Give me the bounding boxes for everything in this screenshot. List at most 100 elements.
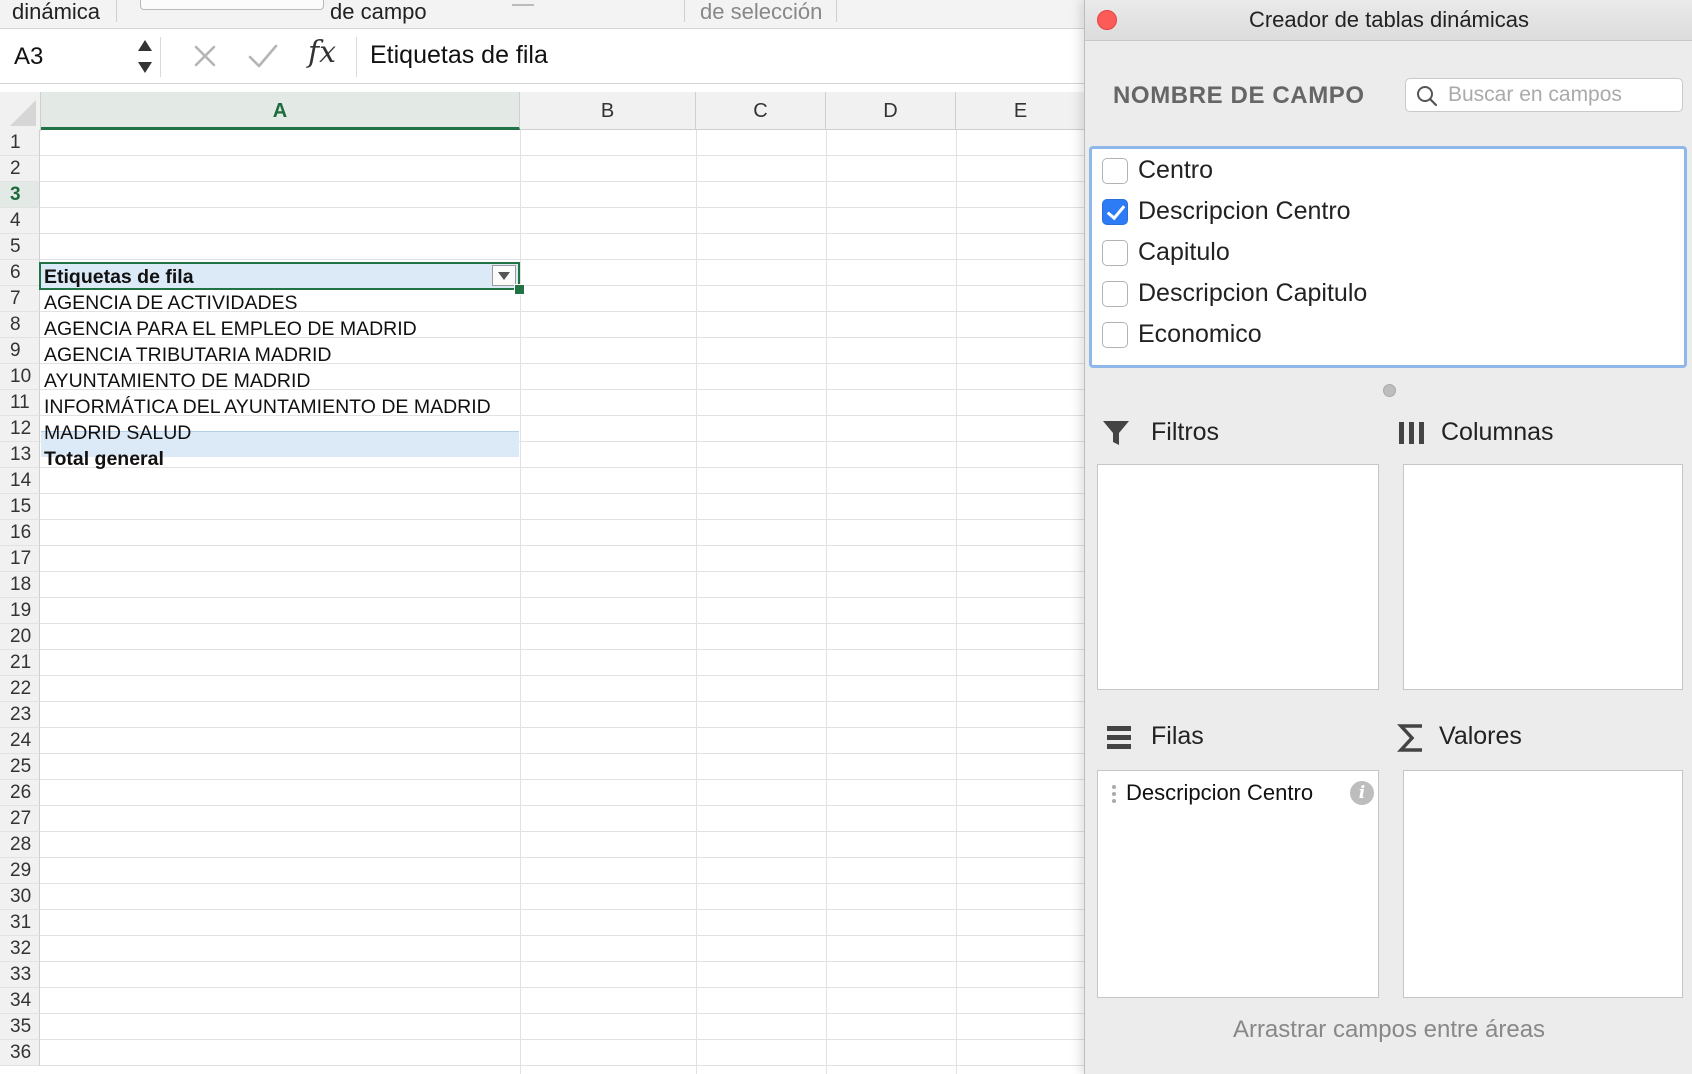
column-header-b[interactable]: B (520, 92, 696, 130)
cell-a4[interactable]: AGENCIA DE ACTIVIDADES (44, 290, 298, 316)
row-header-14[interactable]: 14 (0, 468, 40, 494)
row-header-20[interactable]: 20 (0, 624, 40, 650)
ribbon-field-box[interactable] (140, 0, 324, 10)
row-header-16[interactable]: 16 (0, 520, 40, 546)
row-header-28[interactable]: 28 (0, 832, 40, 858)
search-input[interactable] (1448, 79, 1676, 111)
row-header-5[interactable]: 5 (0, 234, 40, 260)
row-header-33[interactable]: 33 (0, 962, 40, 988)
chevron-up-icon[interactable] (138, 40, 152, 51)
field-checkbox-centro[interactable] (1102, 158, 1128, 184)
row-header-24[interactable]: 24 (0, 728, 40, 754)
row-header-12[interactable]: 12 (0, 416, 40, 442)
row-header-21[interactable]: 21 (0, 650, 40, 676)
row-header-35[interactable]: 35 (0, 1014, 40, 1040)
formula-bar-separator (356, 37, 357, 77)
field-item-economico[interactable]: Economico (1098, 315, 1678, 355)
row-header-1[interactable]: 1 (0, 130, 40, 156)
values-drop-zone[interactable] (1403, 770, 1683, 998)
row-header-25[interactable]: 25 (0, 754, 40, 780)
row-gridline (40, 883, 1084, 884)
row-gridline (40, 857, 1084, 858)
column-header-d[interactable]: D (826, 92, 956, 130)
field-checkbox-descripcion-capitulo[interactable] (1102, 281, 1128, 307)
field-item-capitulo[interactable]: Capitulo (1098, 233, 1678, 273)
row-gridline (40, 597, 1084, 598)
columns-icon (1399, 422, 1424, 444)
row-header-30[interactable]: 30 (0, 884, 40, 910)
row-gridline (40, 753, 1084, 754)
chevron-down-icon[interactable] (138, 62, 152, 73)
cell-a6[interactable]: AGENCIA TRIBUTARIA MADRID (44, 342, 332, 368)
fill-handle[interactable] (514, 284, 525, 295)
row-header-27[interactable]: 27 (0, 806, 40, 832)
field-item-centro[interactable]: Centro (1098, 151, 1678, 191)
name-box-stepper[interactable] (138, 38, 154, 76)
row-header-13[interactable]: 13 (0, 442, 40, 468)
active-cell-selection (39, 262, 520, 290)
info-icon[interactable]: i (1350, 781, 1374, 805)
ribbon-pivot-table-label[interactable]: dinámica (12, 0, 100, 24)
row-gridline (40, 935, 1084, 936)
formula-input[interactable]: Etiquetas de fila (370, 41, 548, 70)
cell-a7[interactable]: AYUNTAMIENTO DE MADRID (44, 368, 311, 394)
column-header-a[interactable]: A (41, 92, 520, 130)
name-box[interactable]: A3 (14, 43, 43, 71)
column-header-e[interactable]: E (956, 92, 1084, 130)
row-header-17[interactable]: 17 (0, 546, 40, 572)
row-header-8[interactable]: 8 (0, 312, 40, 338)
row-header-15[interactable]: 15 (0, 494, 40, 520)
row-header-11[interactable]: 11 (0, 390, 40, 416)
columns-drop-zone[interactable] (1403, 464, 1683, 690)
select-all-corner[interactable] (0, 92, 41, 131)
field-checkbox-economico[interactable] (1102, 322, 1128, 348)
cell-a8[interactable]: INFORMÁTICA DEL AYUNTAMIENTO DE MADRID (44, 394, 491, 420)
column-gridline (520, 130, 521, 1074)
field-item-descripcion-capitulo[interactable]: Descripcion Capitulo (1098, 274, 1678, 314)
row-header-22[interactable]: 22 (0, 676, 40, 702)
row-header-2[interactable]: 2 (0, 156, 40, 182)
column-gridline (826, 130, 827, 1074)
cell-a10[interactable]: Total general (44, 446, 164, 472)
rows-drop-zone[interactable]: Descripcion Centro i (1097, 770, 1379, 998)
column-gridline (956, 130, 957, 1074)
row-header-3[interactable]: 3 (0, 182, 40, 208)
drag-handle-icon[interactable] (1112, 785, 1116, 803)
panel-title-bar[interactable]: Creador de tablas dinámicas (1085, 0, 1692, 41)
field-checkbox-capitulo[interactable] (1102, 240, 1128, 266)
row-gridline (40, 545, 1084, 546)
check-icon[interactable] (246, 41, 280, 71)
row-header-4[interactable]: 4 (0, 208, 40, 234)
row-header-10[interactable]: 10 (0, 364, 40, 390)
row-header-31[interactable]: 31 (0, 910, 40, 936)
row-gridline (40, 519, 1084, 520)
row-header-34[interactable]: 34 (0, 988, 40, 1014)
rows-field-descripcion-centro[interactable]: Descripcion Centro i (1108, 779, 1374, 809)
filters-drop-zone[interactable] (1097, 464, 1379, 690)
ribbon-selection-label[interactable]: de selección (700, 0, 822, 24)
row-header-6[interactable]: 6 (0, 260, 40, 286)
row-header-32[interactable]: 32 (0, 936, 40, 962)
ribbon-field-settings-label[interactable]: de campo (330, 0, 427, 24)
row-gridline (40, 571, 1084, 572)
column-header-c[interactable]: C (696, 92, 826, 130)
row-header-18[interactable]: 18 (0, 572, 40, 598)
row-header-19[interactable]: 19 (0, 598, 40, 624)
row-header-9[interactable]: 9 (0, 338, 40, 364)
cell-a9[interactable]: MADRID SALUD (44, 420, 191, 446)
row-gridline (40, 623, 1084, 624)
row-gridline (40, 961, 1084, 962)
row-header-29[interactable]: 29 (0, 858, 40, 884)
field-item-descripcion-centro[interactable]: Descripcion Centro (1098, 192, 1678, 232)
splitter-handle[interactable] (1383, 384, 1396, 397)
cancel-icon[interactable] (190, 41, 220, 71)
function-icon[interactable]: fx (308, 35, 336, 70)
row-header-36[interactable]: 36 (0, 1040, 40, 1066)
row-header-23[interactable]: 23 (0, 702, 40, 728)
field-label: Descripcion Capitulo (1138, 279, 1368, 307)
row-header-26[interactable]: 26 (0, 780, 40, 806)
cell-a5[interactable]: AGENCIA PARA EL EMPLEO DE MADRID (44, 316, 417, 342)
search-box[interactable] (1405, 78, 1683, 112)
field-checkbox-descripcion-centro[interactable] (1102, 199, 1128, 225)
row-header-7[interactable]: 7 (0, 286, 40, 312)
